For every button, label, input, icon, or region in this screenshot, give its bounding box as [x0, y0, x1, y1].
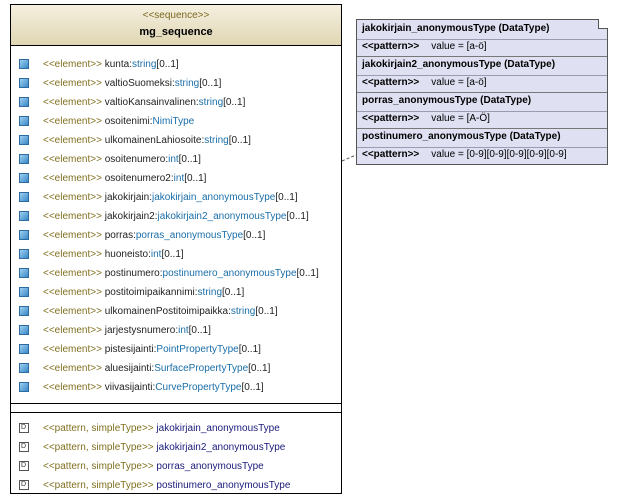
- note-connector: [341, 154, 357, 162]
